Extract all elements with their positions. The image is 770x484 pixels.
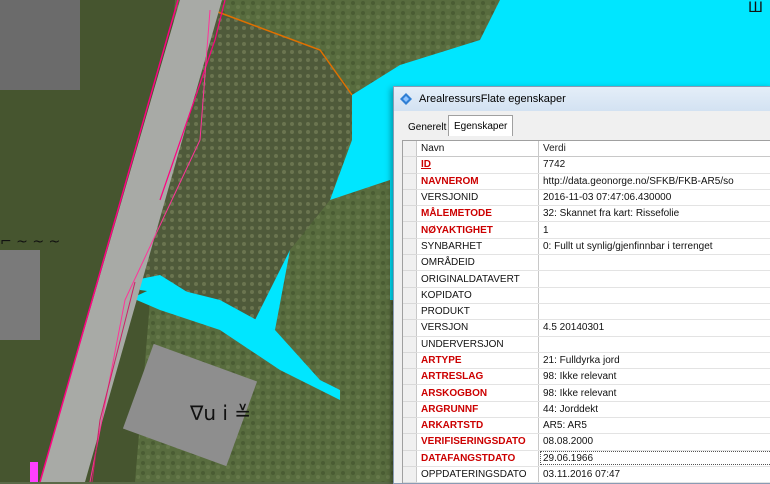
property-value[interactable]: AR5: AR5 [539, 418, 770, 434]
property-value[interactable] [539, 271, 770, 287]
diamond-icon [399, 92, 413, 106]
property-value[interactable]: 08.08.2000 [539, 434, 770, 450]
dialog-titlebar[interactable]: ArealressursFlate egenskaper [394, 87, 770, 111]
row-header[interactable] [403, 255, 417, 271]
property-name: VERSJONID [417, 189, 539, 205]
property-row[interactable]: DATAFANGSTDATO29.06.1966 [403, 450, 770, 466]
property-name: KOPIDATO [417, 287, 539, 303]
row-header[interactable] [403, 271, 417, 287]
row-header[interactable] [403, 450, 417, 466]
property-row[interactable]: ARSKOGBON98: Ikke relevant [403, 385, 770, 401]
row-header[interactable] [403, 303, 417, 319]
property-value[interactable]: 03.11.2016 07:47 [539, 466, 770, 482]
property-row[interactable]: SYNBARHET0: Fullt ut synlig/gjenfinnbar … [403, 238, 770, 254]
property-name: VERSJON [417, 320, 539, 336]
property-row[interactable]: VERIFISERINGSDATO08.08.2000 [403, 434, 770, 450]
property-name: NAVNEROM [417, 173, 539, 189]
property-row[interactable]: KOPIDATO [403, 287, 770, 303]
property-row[interactable]: UNDERVERSJON [403, 336, 770, 352]
property-row[interactable]: ARGRUNNF44: Jorddekt [403, 401, 770, 417]
row-header[interactable] [403, 320, 417, 336]
property-name: UNDERVERSJON [417, 336, 539, 352]
property-value[interactable]: 29.06.1966 [539, 450, 770, 466]
property-value[interactable] [539, 303, 770, 319]
property-name: OPPDATERINGSDATO [417, 466, 539, 482]
properties-dialog: ArealressursFlate egenskaper Generelt Eg… [393, 86, 770, 484]
property-row[interactable]: OMRÅDEID [403, 255, 770, 271]
property-value[interactable] [539, 336, 770, 352]
map-symbol-left: ⌐ ~ ~ ~ [0, 234, 60, 250]
building-roof-left-2 [0, 250, 40, 340]
properties-grid: Navn Verdi ID7742NAVNEROMhttp://data.geo… [402, 140, 770, 483]
tab-strip: Generelt Egenskaper [394, 114, 770, 140]
property-row[interactable]: ARKARTSTDAR5: AR5 [403, 418, 770, 434]
property-name: ARSKOGBON [417, 385, 539, 401]
pink-marker [30, 462, 38, 482]
property-value[interactable]: 98: Ikke relevant [539, 385, 770, 401]
building-roof-left [0, 0, 80, 90]
property-value[interactable]: 21: Fulldyrka jord [539, 352, 770, 368]
property-row[interactable]: VERSJONID2016-11-03 07:47:06.430000 [403, 189, 770, 205]
property-value[interactable]: 4.5 20140301 [539, 320, 770, 336]
row-header[interactable] [403, 466, 417, 482]
property-name: OMRÅDEID [417, 255, 539, 271]
property-value[interactable]: 32: Skannet fra kart: Rissefolie [539, 206, 770, 222]
property-value[interactable] [539, 255, 770, 271]
property-row[interactable]: MÅLEMETODE32: Skannet fra kart: Rissefol… [403, 206, 770, 222]
row-header[interactable] [403, 173, 417, 189]
property-name: SYNBARHET [417, 238, 539, 254]
row-header[interactable] [403, 401, 417, 417]
property-value[interactable]: 44: Jorddekt [539, 401, 770, 417]
property-value[interactable]: 1 [539, 222, 770, 238]
property-name: ARGRUNNF [417, 401, 539, 417]
property-row[interactable]: PRODUKT [403, 303, 770, 319]
row-header[interactable] [403, 434, 417, 450]
property-name: NØYAKTIGHET [417, 222, 539, 238]
row-header[interactable] [403, 336, 417, 352]
row-header[interactable] [403, 385, 417, 401]
row-header[interactable] [403, 287, 417, 303]
property-name: ARTYPE [417, 352, 539, 368]
property-name: VERIFISERINGSDATO [417, 434, 539, 450]
property-value[interactable]: 2016-11-03 07:47:06.430000 [539, 189, 770, 205]
property-value[interactable]: 7742 [539, 157, 770, 173]
map-symbol-top-right: Ш [748, 0, 763, 16]
property-row[interactable]: NØYAKTIGHET1 [403, 222, 770, 238]
property-row[interactable]: ARTRESLAG98: Ikke relevant [403, 369, 770, 385]
column-header-value[interactable]: Verdi [539, 141, 770, 157]
property-name: PRODUKT [417, 303, 539, 319]
property-row[interactable]: ID7742 [403, 157, 770, 173]
row-header[interactable] [403, 157, 417, 173]
row-header[interactable] [403, 238, 417, 254]
property-row[interactable]: ARTYPE21: Fulldyrka jord [403, 352, 770, 368]
property-value[interactable]: 0: Fullt ut synlig/gjenfinnbar i terreng… [539, 238, 770, 254]
row-header[interactable] [403, 206, 417, 222]
row-header[interactable] [403, 369, 417, 385]
row-header[interactable] [403, 222, 417, 238]
property-value[interactable] [539, 287, 770, 303]
property-name: MÅLEMETODE [417, 206, 539, 222]
dialog-title: ArealressursFlate egenskaper [419, 93, 566, 105]
property-row[interactable]: ORIGINALDATAVERT [403, 271, 770, 287]
property-name: ARKARTSTD [417, 418, 539, 434]
property-name: ID [417, 157, 539, 173]
property-row[interactable]: NAVNEROMhttp://data.geonorge.no/SFKB/FKB… [403, 173, 770, 189]
row-header[interactable] [403, 189, 417, 205]
row-header[interactable] [403, 352, 417, 368]
map-symbol-house: ∇u i ≚ [189, 401, 251, 425]
property-value[interactable]: 98: Ikke relevant [539, 369, 770, 385]
row-header[interactable] [403, 418, 417, 434]
property-value[interactable]: http://data.geonorge.no/SFKB/FKB-AR5/so [539, 173, 770, 189]
tab-generelt[interactable]: Generelt [402, 118, 452, 135]
property-name: ORIGINALDATAVERT [417, 271, 539, 287]
property-row[interactable]: VERSJON4.5 20140301 [403, 320, 770, 336]
property-name: DATAFANGSTDATO [417, 450, 539, 466]
grid-header-row: Navn Verdi [403, 141, 770, 157]
tab-egenskaper[interactable]: Egenskaper [448, 115, 513, 136]
property-name: ARTRESLAG [417, 369, 539, 385]
column-header-name[interactable]: Navn [417, 141, 539, 157]
row-header-corner [403, 141, 417, 157]
property-row[interactable]: OPPDATERINGSDATO03.11.2016 07:47 [403, 466, 770, 482]
